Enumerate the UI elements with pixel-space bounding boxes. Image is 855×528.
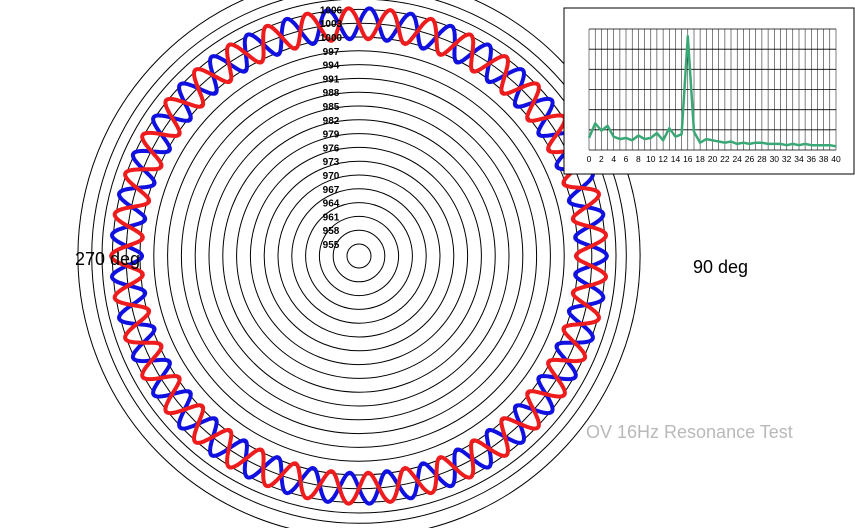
- inset-x-tick-label: 32: [782, 154, 792, 164]
- inset-x-tick-label: 38: [819, 154, 829, 164]
- inset-x-tick-label: 16: [683, 154, 693, 164]
- radial-ring: [153, 50, 565, 462]
- radial-tick-label: 955: [323, 240, 340, 251]
- inset-x-tick-label: 6: [624, 154, 629, 164]
- inset-x-tick-label: 10: [646, 154, 656, 164]
- radial-tick-labels: 955 958 961 964 967 970 973 976 979 982 985 988 991 9…: [320, 5, 343, 251]
- inset-x-tick-label: 2: [599, 154, 604, 164]
- radial-ring: [277, 174, 441, 338]
- radial-tick-label: 982: [323, 116, 340, 127]
- radial-ring: [167, 64, 551, 448]
- radial-tick-label: 970: [323, 171, 340, 182]
- radial-tick-label: 988: [323, 88, 340, 99]
- radial-tick-label: 1000: [320, 33, 343, 44]
- radial-tick-label: 1003: [320, 19, 343, 30]
- radial-ring: [236, 133, 482, 379]
- radial-ring: [194, 91, 524, 421]
- radial-tick-label: 958: [323, 226, 340, 237]
- radial-ring-outer: [101, 0, 617, 514]
- chart-title: OV 16Hz Resonance Test: [586, 422, 793, 442]
- radial-tick-label: 967: [323, 185, 340, 196]
- radial-ring: [125, 22, 593, 490]
- inset-x-tick-label: 4: [611, 154, 616, 164]
- inset-x-tick-label: 12: [658, 154, 668, 164]
- radial-ring: [139, 36, 579, 476]
- inset-x-tick-label: 30: [770, 154, 780, 164]
- radial-ring: [208, 105, 510, 407]
- inset-x-tick-label: 34: [794, 154, 804, 164]
- inset-x-tick-label: 36: [807, 154, 817, 164]
- radial-tick-label: 973: [323, 157, 340, 168]
- inset-x-tick-label: 8: [636, 154, 641, 164]
- inset-x-tick-label: 20: [708, 154, 718, 164]
- radial-tick-label: 961: [323, 212, 340, 223]
- radial-ring: [222, 119, 496, 393]
- inset-x-tick-label: 18: [695, 154, 705, 164]
- radial-tick-label: 1006: [320, 5, 343, 16]
- radial-ring: [346, 243, 372, 269]
- radial-rings: [77, 0, 641, 528]
- radial-tick-label: 985: [323, 102, 340, 113]
- radial-tick-label: 994: [323, 61, 340, 72]
- angle-label-90: 90 deg: [693, 257, 748, 277]
- inset-x-tick-label: 28: [757, 154, 767, 164]
- radial-ring: [249, 146, 469, 366]
- inset-tick-labels: 0 2 4 6 8 10 12 14 16 18 20 22 24 26 28 30 32 34 36 38 40: [587, 154, 841, 164]
- radial-tick-label: 997: [323, 47, 340, 58]
- radial-ring: [332, 229, 386, 283]
- radial-ring: [305, 202, 413, 310]
- radial-ring: [263, 160, 455, 352]
- inset-x-tick-label: 14: [671, 154, 681, 164]
- radial-ring-outer: [77, 0, 641, 528]
- radial-tick-label: 976: [323, 143, 340, 154]
- inset-x-tick-label: 24: [732, 154, 742, 164]
- radial-ring: [291, 188, 427, 324]
- inset-x-tick-label: 26: [745, 154, 755, 164]
- radial-tick-label: 964: [323, 199, 340, 210]
- inset-x-tick-label: 22: [720, 154, 730, 164]
- data-series: [109, 6, 609, 506]
- spectrum-inset: 0 2 4 6 8 10 12 14 16 18 20 22 24 26 28 30 32 34 36 38 40: [563, 7, 855, 175]
- inset-x-tick-label: 40: [831, 154, 841, 164]
- radial-tick-label: 979: [323, 130, 340, 141]
- inset-grid: [588, 28, 837, 151]
- radial-tick-label: 991: [323, 74, 340, 85]
- polar-chart: 955 958 961 964 967 970 973 976 979 982 985 988 991 9…: [75, 0, 855, 528]
- angle-label-270: 270 deg: [75, 249, 140, 269]
- inset-x-tick-label: 0: [587, 154, 592, 164]
- radial-ring: [180, 77, 538, 435]
